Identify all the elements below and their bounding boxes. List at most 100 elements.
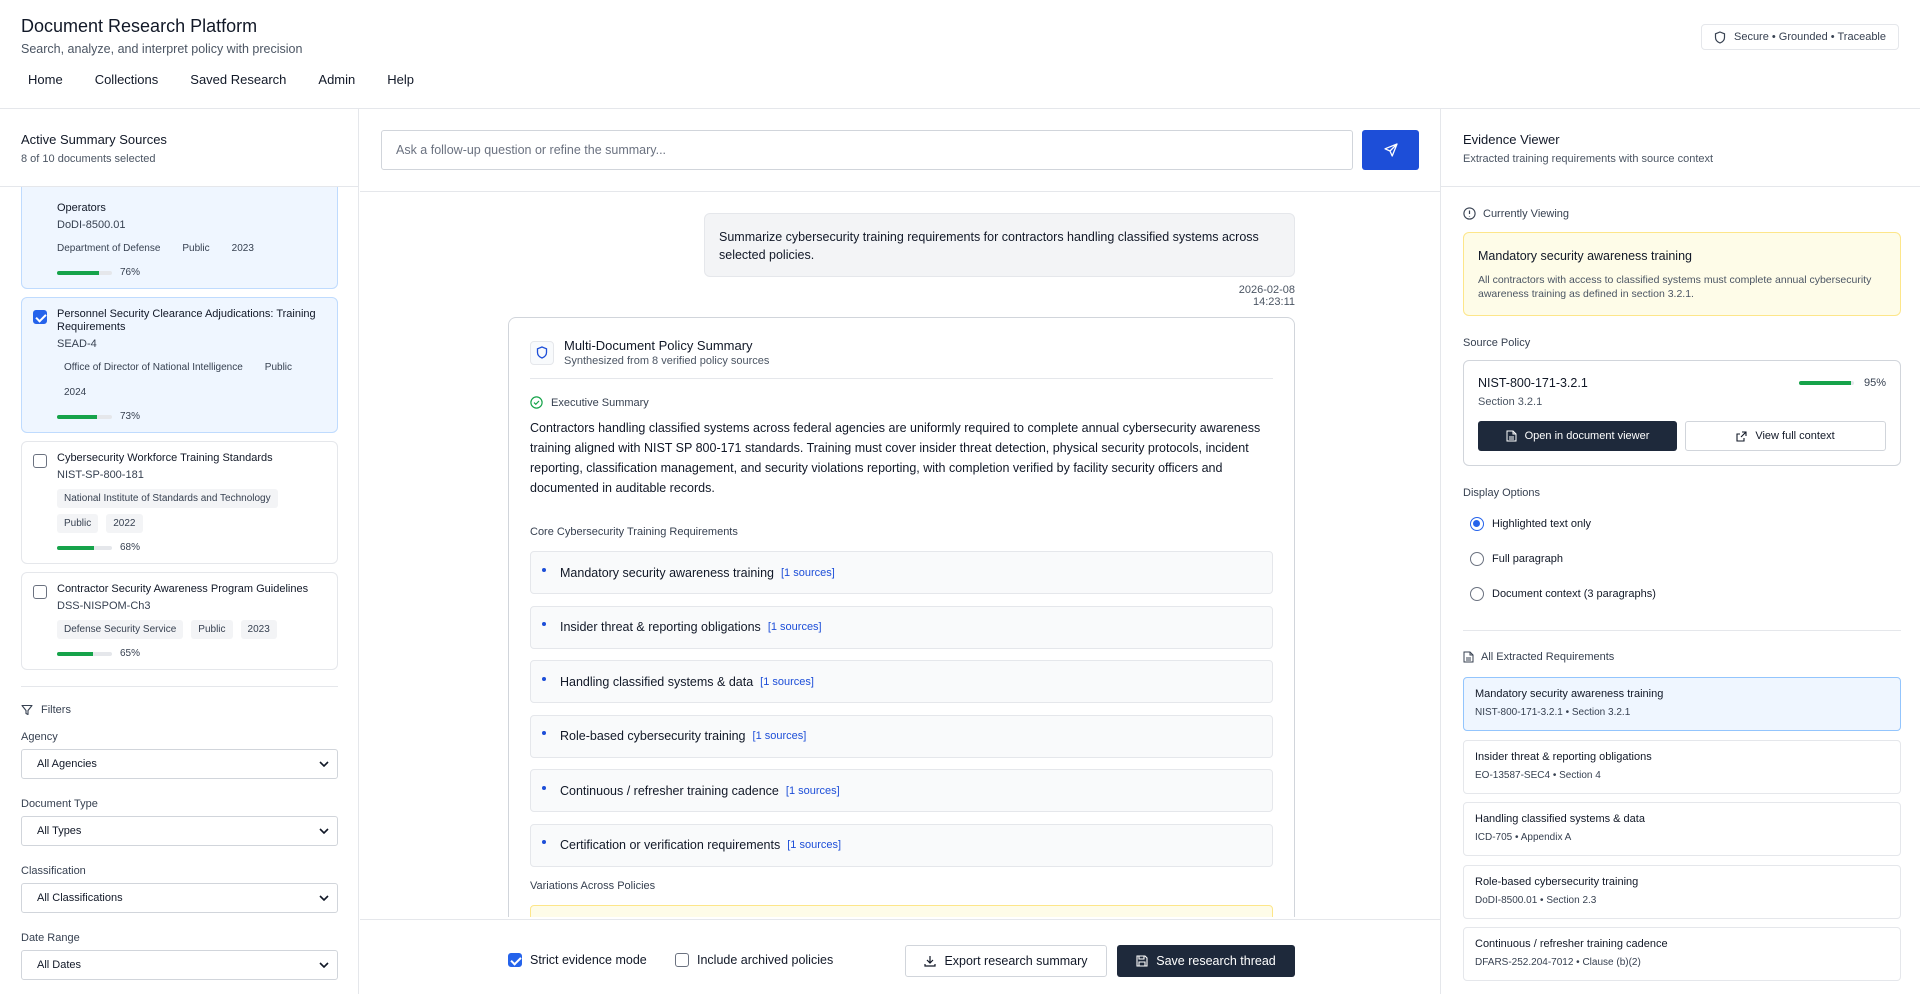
display-option-highlighted[interactable]: Highlighted text only (1470, 517, 1591, 531)
extracted-requirement-item[interactable]: Role-based cybersecurity training DoDI-8… (1463, 864, 1901, 919)
document-code: NIST-SP-800-181 (57, 469, 144, 481)
radio-button[interactable] (1470, 587, 1484, 601)
bullet-icon (542, 567, 546, 572)
doctype-select[interactable]: All Types (21, 816, 338, 846)
extracted-requirement-meta: NIST-800-171-3.2.1 • Section 3.2.1 (1475, 707, 1631, 718)
requirement-item[interactable]: Insider threat & reporting obligations [1… (530, 605, 1273, 649)
relevance-percent: 68% (120, 542, 141, 553)
save-icon (1136, 955, 1148, 967)
agency-select[interactable]: All Agencies (21, 749, 338, 779)
send-button[interactable] (1362, 130, 1419, 170)
summary-badge (530, 340, 554, 365)
action-bar: Strict evidence mode Include archived po… (360, 919, 1440, 994)
ask-bar: Ask a follow-up question or refine the s… (360, 109, 1440, 192)
document-checkbox[interactable] (33, 585, 47, 599)
chevron-down-icon (319, 828, 329, 834)
user-message: Summarize cybersecurity training require… (704, 213, 1295, 277)
document-checkbox[interactable] (33, 454, 47, 468)
requirement-item[interactable]: Handling classified systems & data [1 sou… (530, 660, 1273, 703)
source-confidence-bar (1798, 381, 1854, 385)
evidence-panel-header: Evidence Viewer Extracted training requi… (1441, 109, 1920, 187)
requirement-sources-link[interactable]: [1 sources] (781, 567, 835, 579)
document-title: Personnel Security Clearance Adjudicatio… (57, 308, 316, 333)
filter-icon (21, 704, 33, 716)
requirement-label: Mandatory security awareness training (560, 565, 774, 580)
display-option-full-paragraph[interactable]: Full paragraph (1470, 552, 1563, 566)
tag-year: 2023 (240, 620, 277, 639)
requirement-item[interactable]: Role-based cybersecurity training [1 sour… (530, 714, 1273, 758)
date-range-label: Date Range (21, 932, 80, 944)
classification-select[interactable]: All Classifications (21, 883, 338, 913)
currently-viewing-label: Currently Viewing (1483, 207, 1570, 220)
chevron-down-icon (319, 962, 329, 968)
extracted-requirement-title: Role-based cybersecurity training (1475, 875, 1639, 888)
info-icon (1463, 207, 1476, 220)
doctype-label: Document Type (21, 798, 98, 810)
current-requirement-title: Mandatory security awareness training (1478, 249, 1692, 263)
relevance-score: 68% (57, 542, 325, 553)
tag-visibility: Public (191, 620, 233, 639)
nav-collections[interactable]: Collections (79, 72, 175, 87)
display-option-document-context[interactable]: Document context (3 paragraphs) (1470, 587, 1656, 601)
export-summary-button[interactable]: Export research summary (905, 945, 1107, 977)
save-thread-button[interactable]: Save research thread (1117, 945, 1295, 977)
document-list[interactable]: Operators DoDI-8500.01 Department of Def… (21, 159, 338, 678)
document-card[interactable]: Contractor Security Awareness Program Gu… (21, 572, 338, 670)
requirement-label: Insider threat & reporting obligations (560, 620, 761, 634)
date-range-select[interactable]: All Dates (21, 950, 338, 980)
requirement-sources-link[interactable]: [1 sources] (787, 839, 841, 851)
nav-help[interactable]: Help (371, 72, 430, 87)
document-checkbox[interactable] (33, 310, 47, 324)
requirement-sources-link[interactable]: [1 sources] (786, 785, 840, 797)
document-card[interactable]: Personnel Security Clearance Adjudicatio… (21, 297, 338, 433)
relevance-bar (57, 270, 112, 275)
radio-button[interactable] (1470, 517, 1484, 531)
requirement-item[interactable]: Mandatory security awareness training [1 … (530, 551, 1273, 594)
bullet-icon (542, 622, 546, 626)
bullet-icon (542, 785, 546, 790)
relevance-percent: 76% (120, 267, 141, 278)
requirements-list: Mandatory security awareness training [1 … (530, 551, 1273, 867)
open-document-viewer-label: Open in document viewer (1524, 430, 1650, 442)
include-archived-toggle[interactable]: Include archived policies (675, 953, 833, 967)
view-full-context-button[interactable]: View full context (1685, 421, 1886, 451)
evidence-panel-subtitle: Extracted training requirements with sou… (1463, 153, 1714, 165)
extracted-requirements-list: Mandatory security awareness training NI… (1463, 677, 1901, 990)
requirement-sources-link[interactable]: [1 sources] (768, 621, 822, 633)
extracted-requirement-item[interactable]: Mandatory security awareness training NI… (1463, 677, 1901, 731)
relevance-score: 65% (57, 648, 325, 659)
requirement-sources-link[interactable]: [1 sources] (760, 676, 814, 688)
follow-up-input[interactable]: Ask a follow-up question or refine the s… (381, 130, 1353, 170)
open-document-viewer-button[interactable]: Open in document viewer (1478, 421, 1677, 451)
radio-button[interactable] (1470, 552, 1484, 566)
relevance-bar-fill (57, 270, 99, 275)
tag-year: 2022 (106, 514, 143, 533)
document-code: DSS-NISPOM-Ch3 (57, 600, 151, 612)
nav-admin[interactable]: Admin (302, 72, 371, 87)
extracted-requirement-item[interactable]: Handling classified systems & data ICD-7… (1463, 802, 1901, 856)
all-requirements-label: All Extracted Requirements (1481, 651, 1615, 663)
executive-summary-label: Executive Summary (551, 396, 649, 409)
tag-visibility: Public (175, 239, 217, 258)
requirement-item[interactable]: Certification or verification requiremen… (530, 823, 1273, 867)
requirement-sources-link[interactable]: [1 sources] (753, 730, 807, 742)
strict-evidence-checkbox[interactable] (508, 953, 522, 967)
download-icon (924, 956, 937, 967)
source-confidence-percent: 95% (1863, 377, 1886, 389)
nav-saved-research[interactable]: Saved Research (174, 72, 302, 87)
extracted-requirement-item[interactable]: Continuous / refresher training cadence … (1463, 927, 1901, 981)
secure-badge-label: Secure • Grounded • Traceable (1733, 31, 1886, 43)
nav-home[interactable]: Home (12, 72, 79, 87)
document-card[interactable]: Cybersecurity Workforce Training Standar… (21, 441, 338, 564)
research-panel: Ask a follow-up question or refine the s… (360, 109, 1440, 994)
relevance-bar-fill (57, 414, 98, 419)
include-archived-label: Include archived policies (697, 953, 834, 967)
strict-evidence-toggle[interactable]: Strict evidence mode (508, 953, 647, 967)
include-archived-checkbox[interactable] (675, 953, 689, 967)
source-confidence-bar-fill (1798, 381, 1852, 385)
document-code: SEAD-4 (57, 338, 97, 350)
requirement-item[interactable]: Continuous / refresher training cadence [… (530, 769, 1273, 812)
external-link-icon (1736, 430, 1747, 442)
relevance-bar (57, 414, 112, 419)
extracted-requirement-item[interactable]: Insider threat & reporting obligations E… (1463, 739, 1901, 794)
